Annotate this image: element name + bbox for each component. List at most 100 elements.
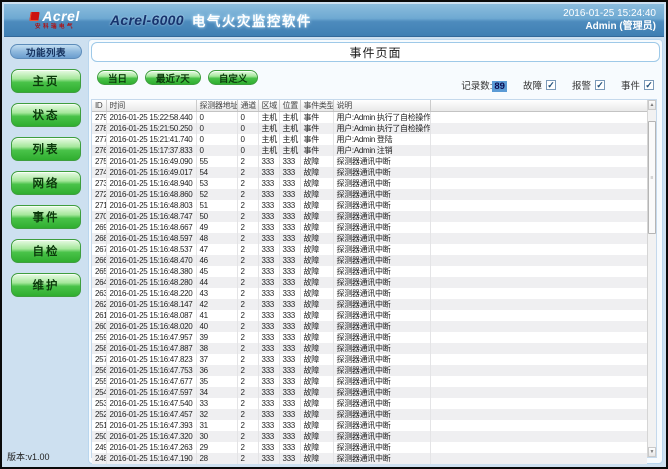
sidebar-item-maintenance[interactable]: 维护 [11,273,81,297]
table-cell: 故障 [300,244,333,255]
table-cell: 2016-01-25 15:16:48.087 [106,310,196,321]
table-cell-filler [430,387,647,398]
table-row[interactable]: 2762016-01-25 15:17:37.83300主机主机事件用户:Adm… [92,145,647,156]
table-cell-filler [430,398,647,409]
table-cell: 28 [196,453,237,464]
table-cell: 2 [237,156,258,167]
table-cell: 2 [237,420,258,431]
table-cell: 2 [237,343,258,354]
column-header: 通道 [237,100,258,112]
table-cell: 333 [258,200,279,211]
scrollbar-down-icon[interactable]: ▼ [648,447,656,457]
table-row[interactable]: 2482016-01-25 15:16:47.190282333333故障探测器… [92,453,647,464]
table-cell-filler [430,266,647,277]
table-row[interactable]: 2552016-01-25 15:16:47.677352333333故障探测器… [92,376,647,387]
table-cell: 260 [92,321,106,332]
table-row[interactable]: 2772016-01-25 15:21:41.74000主机主机事件用户:Adm… [92,134,647,145]
checkbox-fault[interactable]: 故障✓ [523,78,556,92]
scrollbar-thumb[interactable]: ≡ [648,121,656,234]
table-row[interactable]: 2592016-01-25 15:16:47.957392333333故障探测器… [92,332,647,343]
record-controls: 记录数:89 故障✓报警✓事件✓ [461,78,654,92]
table-cell: 故障 [300,398,333,409]
vertical-scrollbar[interactable]: ▲ ≡ ▼ [647,100,656,457]
table-cell: 2 [237,376,258,387]
table-cell: 333 [279,178,300,189]
table-cell: 2016-01-25 15:16:48.280 [106,277,196,288]
sidebar-item-list[interactable]: 列表 [11,137,81,161]
checkbox-alarm[interactable]: 报警✓ [572,78,605,92]
table-cell: 故障 [300,288,333,299]
table-row[interactable]: 2632016-01-25 15:16:48.220432333333故障探测器… [92,288,647,299]
table-cell: 2016-01-25 15:16:48.940 [106,178,196,189]
table-cell: 333 [279,200,300,211]
logo-text: Acrel [42,9,80,23]
table-row[interactable]: 2602016-01-25 15:16:48.020402333333故障探测器… [92,321,647,332]
table-cell: 333 [258,288,279,299]
table-row[interactable]: 2702016-01-25 15:16:48.747502333333故障探测器… [92,211,647,222]
table-cell: 用户:Admin 登陆 [333,134,430,145]
filter-button-last7days[interactable]: 最近7天 [145,70,201,85]
table-row[interactable]: 2492016-01-25 15:16:47.263292333333故障探测器… [92,442,647,453]
table-row[interactable]: 2722016-01-25 15:16:48.860522333333故障探测器… [92,189,647,200]
table-cell: 故障 [300,299,333,310]
checkbox-box-event[interactable]: ✓ [644,80,654,90]
checkbox-box-fault[interactable]: ✓ [546,80,556,90]
table-cell: 333 [279,288,300,299]
column-header: 说明 [333,100,430,112]
table-cell: 333 [279,189,300,200]
sidebar-item-home[interactable]: 主页 [11,69,81,93]
table-row[interactable]: 2542016-01-25 15:16:47.597342333333故障探测器… [92,387,647,398]
sidebar-item-events[interactable]: 事件 [11,205,81,229]
sidebar-item-selfcheck[interactable]: 自检 [11,239,81,263]
table-cell: 探测器通讯中断 [333,288,430,299]
table-cell: 333 [279,233,300,244]
table-row[interactable]: 2662016-01-25 15:16:48.470462333333故障探测器… [92,255,647,266]
table-cell: 探测器通讯中断 [333,189,430,200]
scrollbar-up-icon[interactable]: ▲ [648,100,656,110]
table-row[interactable]: 2512016-01-25 15:16:47.393312333333故障探测器… [92,420,647,431]
table-row[interactable]: 2532016-01-25 15:16:47.540332333333故障探测器… [92,398,647,409]
table-cell: 252 [92,409,106,420]
table-cell: 2016-01-25 15:21:41.740 [106,134,196,145]
table-row[interactable]: 2562016-01-25 15:16:47.753362333333故障探测器… [92,365,647,376]
table-row[interactable]: 2622016-01-25 15:16:48.147422333333故障探测器… [92,299,647,310]
table-cell: 0 [196,123,237,134]
sidebar-item-network[interactable]: 网络 [11,171,81,195]
table-row[interactable]: 2672016-01-25 15:16:48.537472333333故障探测器… [92,244,647,255]
table-cell: 故障 [300,211,333,222]
table-cell: 故障 [300,255,333,266]
table-row[interactable]: 2712016-01-25 15:16:48.803512333333故障探测器… [92,200,647,211]
checkbox-event[interactable]: 事件✓ [621,78,654,92]
table-row[interactable]: 2612016-01-25 15:16:48.087412333333故障探测器… [92,310,647,321]
table-row[interactable]: 2652016-01-25 15:16:48.380452333333故障探测器… [92,266,647,277]
table-row[interactable]: 2732016-01-25 15:16:48.940532333333故障探测器… [92,178,647,189]
record-count-value: 89 [492,81,507,92]
table-row[interactable]: 2692016-01-25 15:16:48.667492333333故障探测器… [92,222,647,233]
table-row[interactable]: 2642016-01-25 15:16:48.280442333333故障探测器… [92,277,647,288]
table-cell: 探测器通讯中断 [333,156,430,167]
checkbox-box-alarm[interactable]: ✓ [595,80,605,90]
table-cell: 44 [196,277,237,288]
table-row[interactable]: 2522016-01-25 15:16:47.457322333333故障探测器… [92,409,647,420]
sidebar-item-status[interactable]: 状态 [11,103,81,127]
filter-button-custom[interactable]: 自定义 [208,70,259,85]
app-window: Acrel 安科瑞电气 Acrel-6000 电气火灾监控软件 2016-01-… [0,0,668,469]
table-row[interactable]: 2782016-01-25 15:21:50.25000主机主机事件用户:Adm… [92,123,647,134]
table-cell: 333 [258,156,279,167]
sidebar: 功能列表 主页状态列表网络事件自检维护 版本:v1.00 [4,39,88,465]
table-row[interactable]: 2682016-01-25 15:16:48.597482333333故障探测器… [92,233,647,244]
table-cell: 2016-01-25 15:16:47.597 [106,387,196,398]
table-cell: 2 [237,244,258,255]
table-row[interactable]: 2752016-01-25 15:16:49.090552333333故障探测器… [92,156,647,167]
table-row[interactable]: 2572016-01-25 15:16:47.823372333333故障探测器… [92,354,647,365]
table-cell: 333 [258,211,279,222]
table-row[interactable]: 2792016-01-25 15:22:58.44000主机主机事件用户:Adm… [92,112,647,124]
filter-button-today[interactable]: 当日 [97,70,138,85]
table-row[interactable]: 2502016-01-25 15:16:47.320302333333故障探测器… [92,431,647,442]
table-row[interactable]: 2742016-01-25 15:16:49.017542333333故障探测器… [92,167,647,178]
table-row[interactable]: 2582016-01-25 15:16:47.887382333333故障探测器… [92,343,647,354]
table-cell: 主机 [258,134,279,145]
table-cell: 333 [258,310,279,321]
table-cell: 333 [258,178,279,189]
table-cell: 故障 [300,453,333,464]
